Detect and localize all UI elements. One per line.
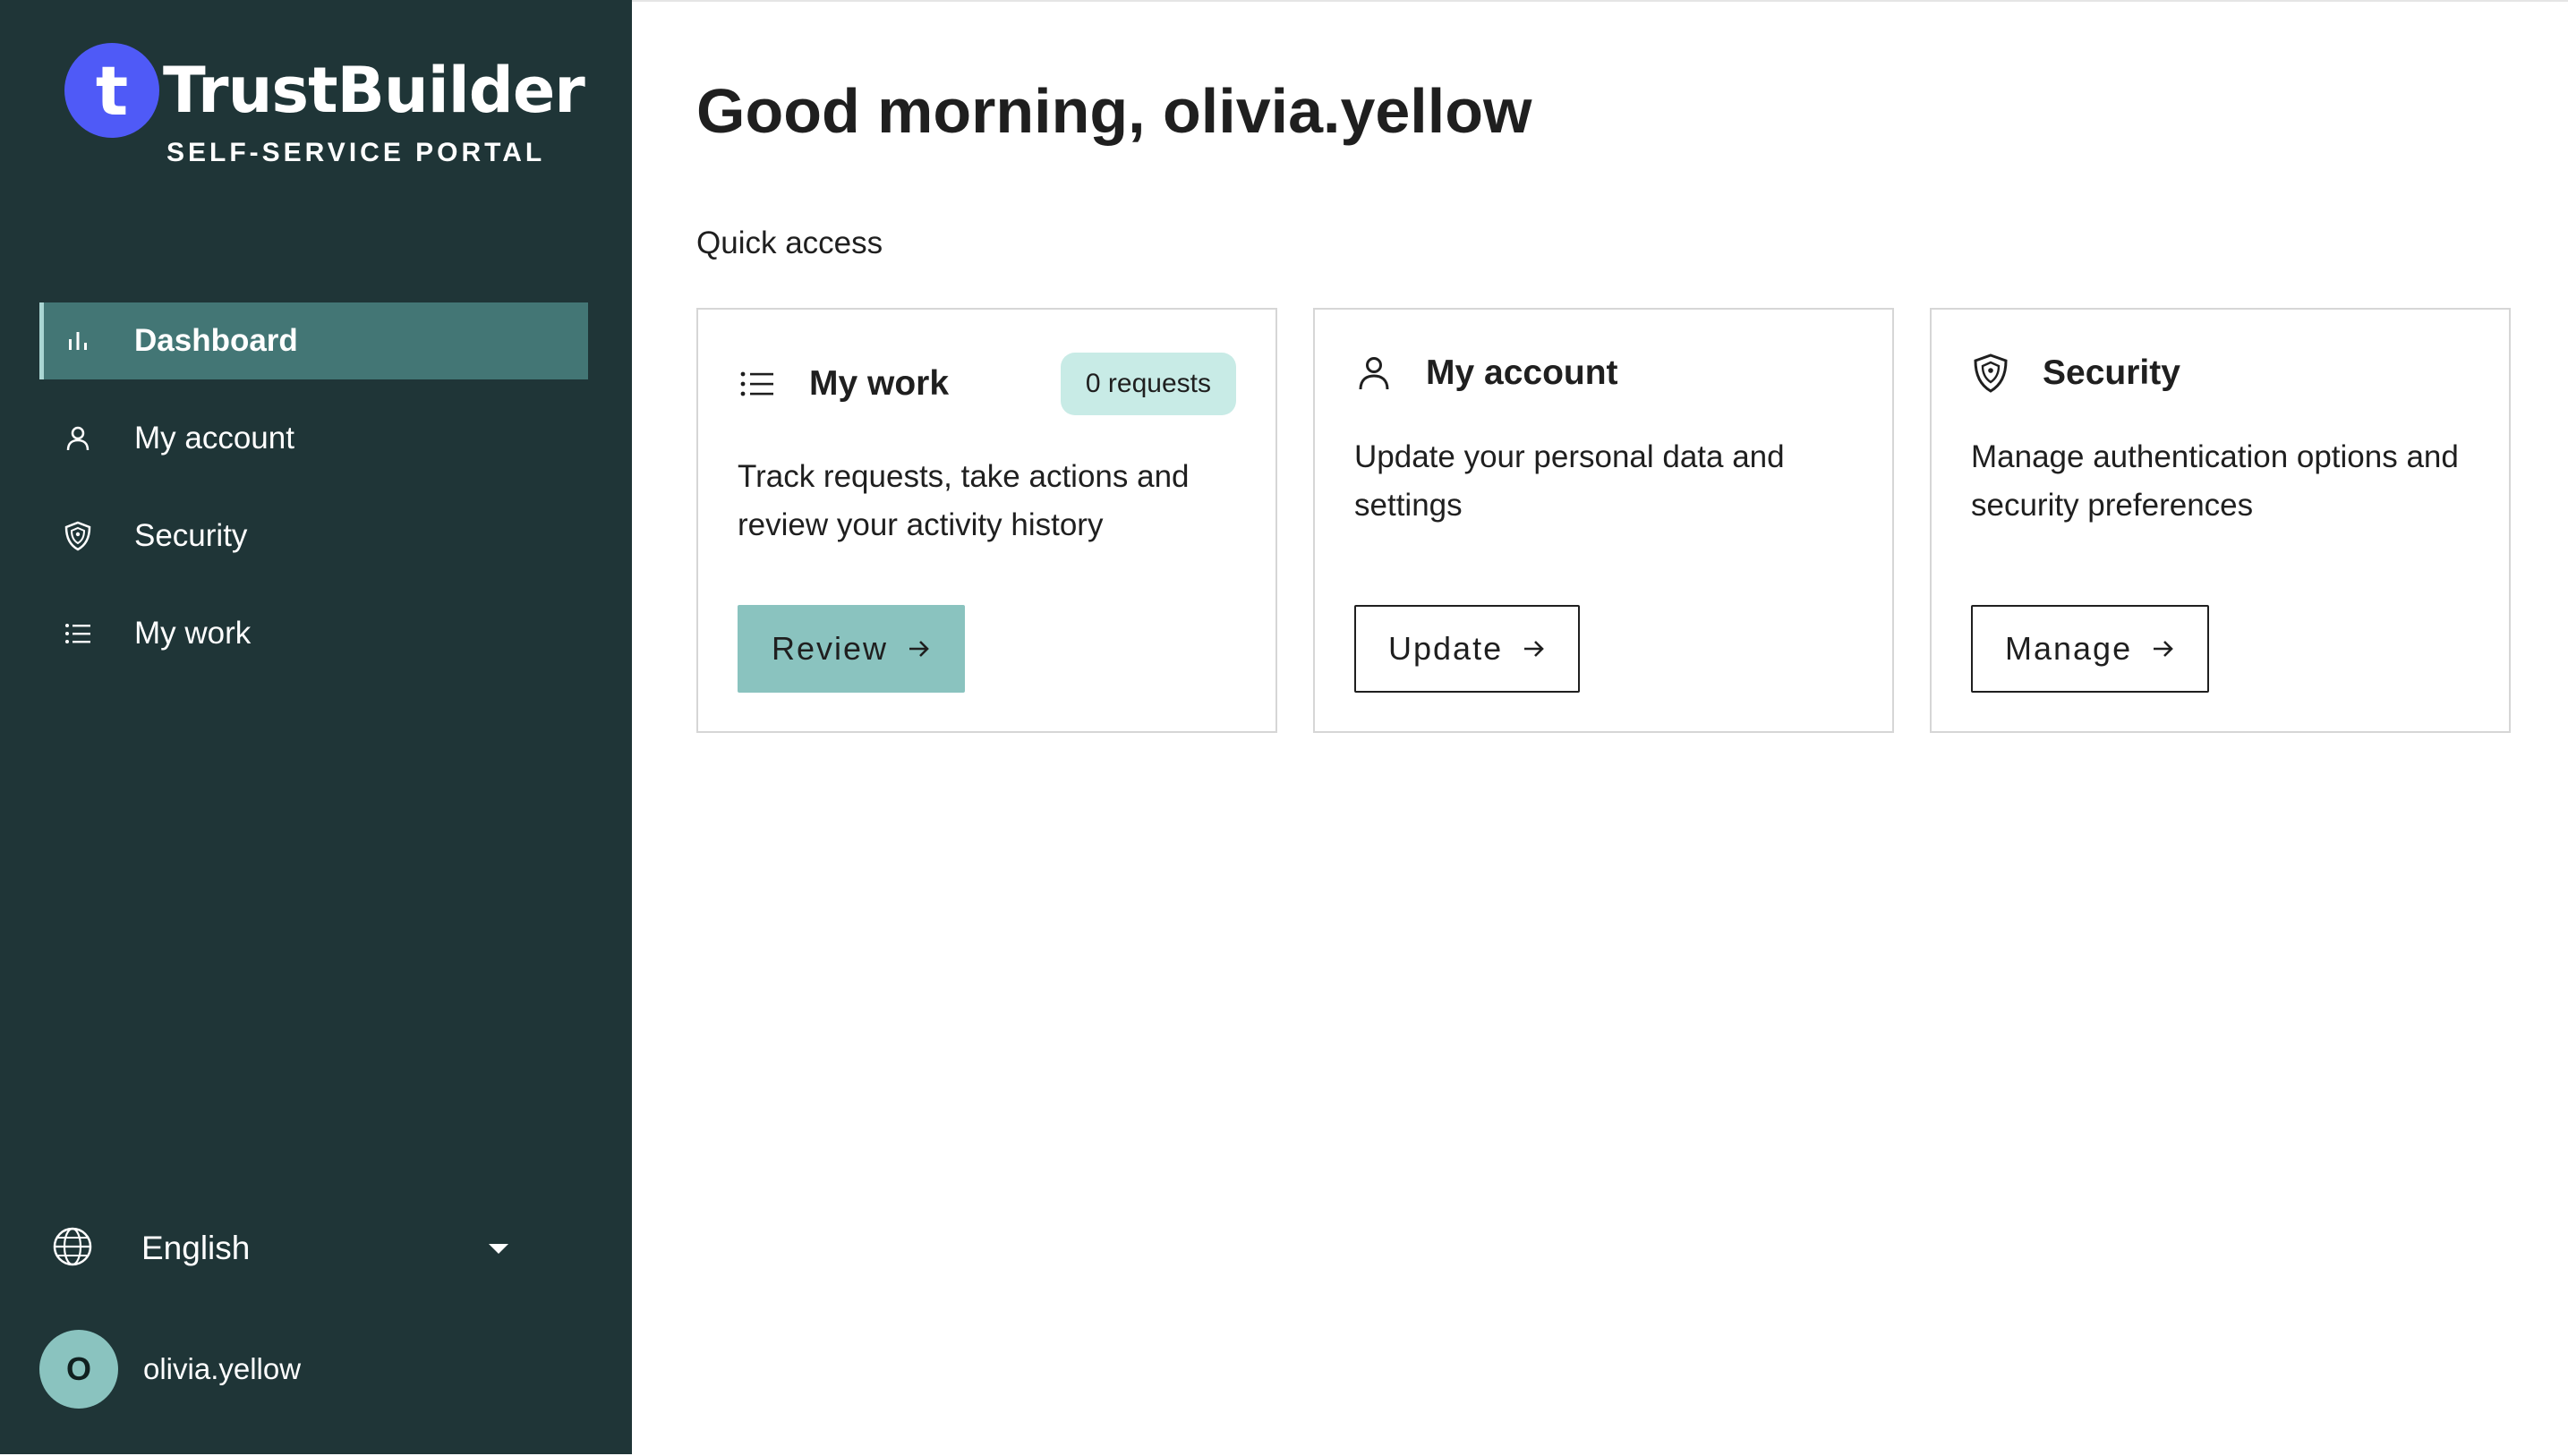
person-icon (59, 420, 97, 457)
shield-icon (59, 517, 97, 555)
arrow-right-icon (1523, 639, 1546, 659)
card-security: Security Manage authentication options a… (1930, 308, 2511, 733)
bar-chart-icon (59, 322, 97, 360)
card-description: Track requests, take actions and review … (738, 459, 1190, 542)
brand-mark-icon: t (64, 43, 159, 138)
sidebar-item-dashboard[interactable]: Dashboard (39, 302, 588, 379)
update-button[interactable]: Update (1354, 605, 1581, 693)
language-selector[interactable]: English (52, 1217, 517, 1280)
sidebar-item-my-account[interactable]: My account (39, 400, 588, 477)
chevron-down-icon (489, 1243, 508, 1254)
sidebar-item-label: Dashboard (134, 323, 298, 358)
review-button[interactable]: Review (738, 605, 966, 693)
button-label: Review (772, 630, 889, 667)
user-name: olivia.yellow (143, 1352, 302, 1385)
arrow-right-icon (908, 639, 931, 659)
card-title: My work (809, 364, 950, 403)
main-content: Good morning, olivia.yellow Quick access… (632, 0, 2568, 1454)
card-header: My account (1354, 342, 1853, 404)
status-badge: 0 requests (1060, 353, 1236, 415)
sidebar-item-label: Security (134, 518, 248, 553)
person-icon (1354, 353, 1394, 393)
card-title: Security (2043, 353, 2180, 392)
button-label: Manage (2005, 630, 2133, 667)
manage-button[interactable]: Manage (1971, 605, 2210, 693)
sidebar: t TrustBuilder SELF-SERVICE PORTAL Dashb… (0, 0, 632, 1454)
list-icon (59, 615, 97, 652)
sidebar-item-security[interactable]: Security (39, 498, 588, 575)
card-my-work: My work 0 requests Track requests, take … (696, 308, 1277, 733)
card-description: Update your personal data and settings (1354, 439, 1785, 523)
globe-icon (52, 1226, 93, 1272)
user-profile[interactable]: O olivia.yellow (39, 1330, 301, 1409)
page-title: Good morning, olivia.yellow (696, 76, 1532, 146)
avatar: O (39, 1330, 118, 1409)
card-header: Security (1971, 342, 2470, 404)
card-title: My account (1426, 353, 1618, 392)
list-icon (738, 364, 777, 404)
sidebar-item-my-work[interactable]: My work (39, 595, 588, 672)
brand-name: TrustBuilder (163, 54, 585, 127)
card-my-account: My account Update your personal data and… (1313, 308, 1894, 733)
language-label: English (141, 1230, 251, 1266)
brand-logo[interactable]: t TrustBuilder SELF-SERVICE PORTAL (64, 43, 585, 177)
quick-access-heading: Quick access (696, 226, 883, 260)
brand-subtitle: SELF-SERVICE PORTAL (166, 138, 546, 167)
sidebar-nav: Dashboard My account Security My work (39, 302, 588, 693)
app-root: t TrustBuilder SELF-SERVICE PORTAL Dashb… (0, 0, 2568, 1456)
sidebar-item-label: My account (134, 421, 294, 456)
card-description: Manage authentication options and securi… (1971, 439, 2459, 523)
card-header: My work 0 requests (738, 353, 1236, 415)
shield-icon (1971, 353, 2010, 393)
arrow-right-icon (2152, 639, 2175, 659)
sidebar-item-label: My work (134, 616, 252, 651)
button-label: Update (1388, 630, 1504, 667)
